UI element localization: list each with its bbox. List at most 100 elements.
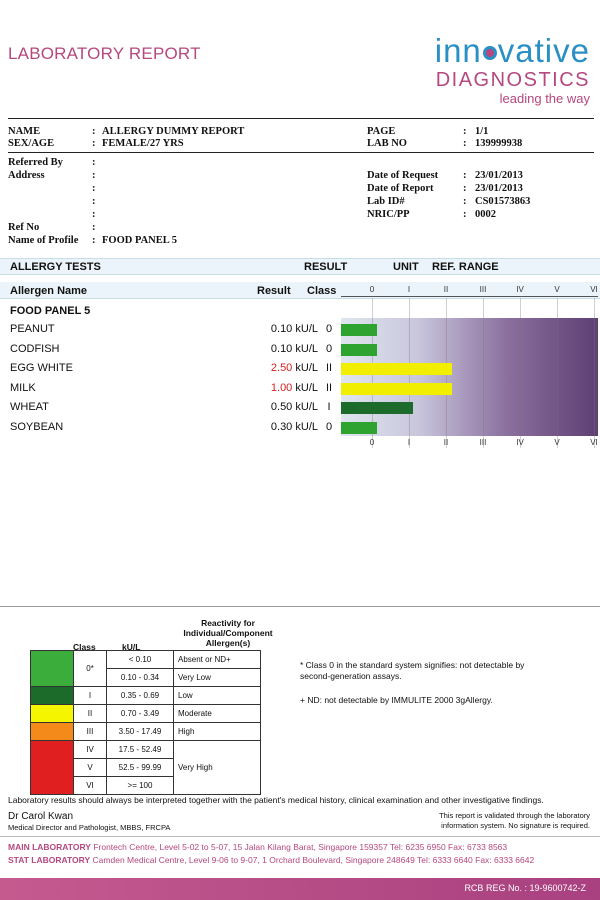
tests-title: ALLERGY TESTS: [10, 261, 101, 273]
validation-note: This report is validated through the lab…: [439, 811, 590, 830]
labid-value: CS01573863: [475, 196, 531, 207]
logo-tagline: leading the way: [499, 91, 590, 106]
legend-row: IV 17.5 - 52.49 Very High: [30, 740, 261, 795]
result-value: 0.30: [270, 420, 293, 433]
rcb-reg: RCB REG No. : 19-9600742-Z: [464, 883, 586, 893]
allergen-col-header: Allergen Name: [10, 285, 88, 297]
referred-label: Referred By: [8, 157, 63, 168]
legend-swatch: [30, 740, 74, 795]
colon: :: [463, 196, 467, 207]
allergen-result: 0.10 kU/L: [198, 343, 318, 355]
allergen-class: 0: [325, 420, 333, 433]
colon: :: [92, 157, 96, 168]
legend-swatch: [30, 650, 74, 687]
labid-label: Lab ID#: [367, 196, 405, 207]
colon: :: [463, 209, 467, 220]
rule: [0, 298, 600, 299]
logo-word-innovative: inn vative: [435, 32, 590, 70]
legend-range: >= 100: [106, 776, 174, 795]
result-value: 1.00: [270, 381, 293, 394]
legend-row: II 0.70 - 3.49 Moderate: [30, 704, 261, 723]
legend-class: V: [73, 758, 107, 777]
result-value: 0.50: [270, 401, 293, 413]
result-unit: kU/L: [292, 342, 318, 355]
labno-value: 139999938: [475, 138, 523, 149]
legend-reactivity: Very High: [173, 740, 261, 795]
allergen-level-bar: [341, 382, 452, 395]
allergen-name: EGG WHITE: [10, 362, 73, 374]
footer-rule: [0, 836, 600, 837]
scale-tick-bottom: 0: [369, 438, 375, 447]
allergen-result: 0.30 kU/L: [198, 421, 318, 433]
doctor-name: Dr Carol Kwan: [8, 811, 74, 822]
scale-gridline: [520, 298, 521, 448]
legend-row: I 0.35 - 0.69 Low: [30, 686, 261, 705]
main-lab-text: Frontech Centre, Level 5-02 to 5-07, 15 …: [93, 842, 508, 852]
legend-class: IV: [73, 740, 107, 759]
scale-tick-top: II: [443, 285, 449, 294]
legend-swatch: [30, 722, 74, 741]
legend-reactivity: Moderate: [173, 704, 261, 723]
info-divider: [8, 152, 594, 153]
allergen-level-bar: [341, 324, 377, 336]
rule: [0, 258, 600, 259]
result-value: 2.50: [270, 362, 293, 374]
legend-row: 0* < 0.10 Absent or ND+: [30, 650, 261, 687]
colon: :: [92, 235, 96, 246]
logo-dot-icon: [482, 46, 497, 60]
allergen-level-bar: [341, 421, 377, 434]
sexage-value: FEMALE/27 YRS: [102, 138, 184, 149]
date-request-label: Date of Request: [367, 170, 439, 181]
colon: :: [92, 183, 96, 194]
main-lab-line: MAIN LABORATORY Frontech Centre, Level 5…: [8, 842, 507, 852]
result-col-header: Result: [257, 285, 291, 297]
main-lab-label: MAIN LABORATORY: [8, 842, 91, 852]
disclaimer: Laboratory results should always be inte…: [8, 795, 544, 805]
allergen-level-bar: [341, 343, 377, 356]
allergen-class: 0: [325, 342, 333, 355]
result-unit: kU/L: [292, 362, 318, 374]
legend-range: 0.35 - 0.69: [106, 686, 174, 705]
result-value: 0.10: [270, 323, 293, 335]
allergen-level-bar: [341, 402, 413, 414]
legend-reactivity: Very Low: [173, 668, 261, 687]
legend-note-class0: * Class 0 in the standard system signifi…: [300, 660, 525, 681]
date-request-value: 23/01/2013: [475, 170, 523, 181]
allergen-name: PEANUT: [10, 323, 55, 335]
colon: :: [463, 138, 467, 149]
allergen-class: II: [325, 362, 333, 374]
scale-tick-top: IV: [516, 285, 524, 294]
company-logo: inn vative DIAGNOSTICS leading the way: [410, 32, 590, 112]
scale-tick-top: III: [479, 285, 487, 294]
colon: :: [92, 138, 96, 149]
stat-lab-line: STAT LABORATORY Camden Medical Centre, L…: [8, 855, 534, 865]
profile-label: Name of Profile: [8, 235, 79, 246]
colon: :: [92, 126, 96, 137]
allergen-result: 2.50 kU/L: [198, 362, 318, 374]
nric-value: 0002: [475, 209, 496, 220]
date-report-label: Date of Report: [367, 183, 434, 194]
allergen-class: I: [327, 401, 331, 413]
stat-lab-label: STAT LABORATORY: [8, 855, 91, 865]
allergen-name: MILK: [10, 381, 36, 394]
scale-tick-top: 0: [369, 285, 375, 294]
allergen-name: SOYBEAN: [10, 420, 64, 433]
scale-tick-bottom: III: [479, 438, 487, 447]
colon: :: [92, 222, 96, 233]
name-value: ALLERGY DUMMY REPORT: [102, 126, 245, 137]
legend-class: II: [73, 704, 107, 723]
colon: :: [463, 126, 467, 137]
allergen-level-bar: [341, 363, 452, 375]
legend-class: I: [73, 686, 107, 705]
legend-divider: [0, 606, 600, 607]
colon: :: [463, 170, 467, 181]
header-divider: [8, 118, 594, 119]
rule: [0, 274, 600, 275]
result-header: RESULT: [304, 261, 348, 273]
colon: :: [463, 183, 467, 194]
legend-range: < 0.10: [106, 650, 174, 669]
page-value: 1/1: [475, 126, 489, 137]
legend-reactivity: Absent or ND+: [173, 650, 261, 669]
logo-part-b: vative: [497, 32, 590, 69]
legend-swatch: [30, 686, 74, 705]
